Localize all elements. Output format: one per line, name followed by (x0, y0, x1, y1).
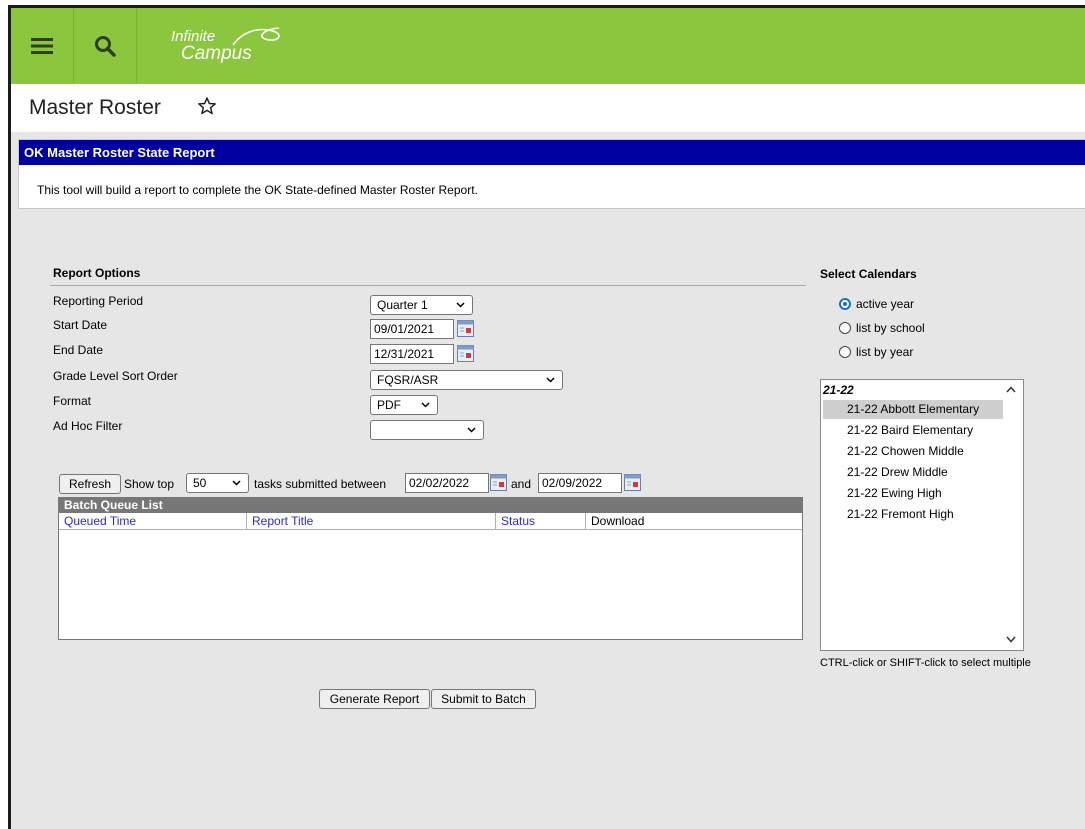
adhoc-filter-label: Ad Hoc Filter (53, 419, 123, 433)
panel-heading: OK Master Roster State Report (19, 140, 1085, 165)
calendar-option[interactable]: 21-22 Ewing High (823, 484, 1003, 503)
scroll-up-icon[interactable] (1006, 386, 1016, 393)
col-report-title[interactable]: Report Title (247, 513, 496, 529)
calendar-option[interactable]: 21-22 Fremont High (823, 505, 1003, 524)
batch-queue-header-row: Queued Time Report Title Status Download (59, 513, 802, 530)
reporting-period-value: Quarter 1 (377, 298, 428, 312)
calendar-option[interactable]: 21-22 Baird Elementary (823, 421, 1003, 440)
grade-sort-value: FQSR/ASR (377, 373, 439, 387)
calendar-option-label: 21-22 Baird Elementary (847, 423, 974, 437)
calendar-icon[interactable] (457, 345, 474, 362)
logo-line2: Campus (181, 43, 252, 64)
chevron-down-icon (421, 402, 430, 408)
format-label: Format (53, 394, 92, 408)
search-button[interactable] (74, 8, 136, 84)
to-date-input[interactable]: 02/09/2022 (538, 473, 622, 493)
hamburger-icon (31, 38, 53, 54)
calendar-option-label: 21-22 Drew Middle (847, 465, 948, 479)
format-select[interactable]: PDF (370, 395, 438, 415)
col-download: Download (591, 514, 645, 528)
calendar-option-label: 21-22 Ewing High (847, 486, 942, 500)
submit-to-batch-button[interactable]: Submit to Batch (431, 689, 536, 709)
radio-label: list by year (856, 345, 914, 359)
show-top-label: Show top (124, 477, 175, 491)
calendar-icon[interactable] (457, 320, 474, 337)
col-queued-time[interactable]: Queued Time (59, 513, 247, 529)
chevron-down-icon (467, 427, 476, 433)
app-window: Infinite Campus Master Roster OK Master … (8, 5, 1085, 829)
batch-queue-title: Batch Queue List (59, 498, 802, 513)
chevron-down-icon (546, 377, 555, 383)
calendar-option-label: 21-22 Abbott Elementary (847, 402, 980, 416)
page-title-bar: Master Roster (11, 84, 1085, 132)
tasks-between-label: tasks submitted between (254, 477, 387, 491)
radio-unselected-icon (839, 346, 851, 358)
page-title: Master Roster (29, 96, 161, 119)
reporting-period-select[interactable]: Quarter 1 (370, 295, 473, 315)
panel-description: This tool will build a report to complet… (37, 183, 478, 197)
calendar-option-label: 21-22 Fremont High (847, 507, 954, 521)
refresh-button[interactable]: Refresh (59, 474, 121, 494)
calendar-option[interactable]: 21-22 Chowen Middle (823, 442, 1003, 461)
chevron-down-icon (232, 480, 241, 486)
end-date-input[interactable]: 12/31/2021 (370, 344, 454, 364)
show-top-value: 50 (193, 476, 207, 490)
calendar-group-label: 21-22 (823, 383, 854, 397)
radio-label: list by school (856, 321, 925, 335)
search-icon (95, 36, 116, 57)
chevron-down-icon (456, 302, 465, 308)
col-status[interactable]: Status (496, 513, 586, 529)
from-date-input[interactable]: 02/02/2022 (405, 473, 489, 493)
calendar-listbox[interactable]: 21-22 21-22 Abbott Elementary 21-22 Bair… (820, 379, 1024, 651)
format-value: PDF (377, 398, 401, 412)
grade-sort-label: Grade Level Sort Order (53, 369, 178, 383)
end-date-label: End Date (53, 343, 104, 357)
batch-queue-list: Batch Queue List Queued Time Report Titl… (58, 497, 803, 640)
show-top-select[interactable]: 50 (186, 473, 249, 493)
start-date-input[interactable]: 09/01/2021 (370, 319, 454, 339)
report-info-panel: OK Master Roster State Report This tool … (18, 139, 1085, 209)
calendar-option-label: 21-22 Chowen Middle (847, 444, 964, 458)
calendar-icon[interactable] (490, 474, 507, 491)
menu-button[interactable] (11, 8, 73, 84)
report-options-title: Report Options (53, 266, 141, 280)
calendar-option[interactable]: 21-22 Drew Middle (823, 463, 1003, 482)
adhoc-filter-select[interactable] (370, 420, 484, 440)
grade-sort-select[interactable]: FQSR/ASR (370, 370, 563, 390)
select-calendars-title: Select Calendars (820, 267, 917, 281)
favorite-star-icon[interactable] (197, 96, 217, 116)
start-date-label: Start Date (53, 318, 108, 332)
radio-selected-icon (839, 298, 851, 310)
section-divider (50, 285, 806, 286)
reporting-period-label: Reporting Period (53, 294, 144, 308)
radio-label: active year (856, 297, 915, 311)
top-bar: Infinite Campus (11, 8, 1085, 84)
calendar-option[interactable]: 21-22 Abbott Elementary (823, 400, 1003, 419)
generate-report-button[interactable]: Generate Report (319, 689, 430, 709)
radio-unselected-icon (839, 322, 851, 334)
calendar-icon[interactable] (624, 474, 641, 491)
multi-select-hint: CTRL-click or SHIFT-click to select mult… (820, 657, 1031, 669)
and-label: and (511, 477, 532, 491)
toolbar-divider (136, 8, 137, 84)
scroll-down-icon[interactable] (1006, 636, 1016, 643)
